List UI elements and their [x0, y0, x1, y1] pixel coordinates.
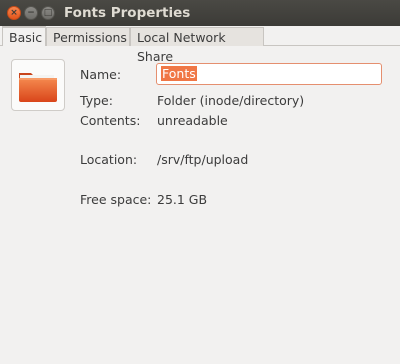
close-button[interactable]: × — [7, 6, 21, 20]
folder-icon — [19, 73, 57, 102]
title-bar[interactable]: × − □ Fonts Properties — [0, 0, 400, 26]
tab-local-network-share[interactable]: Local Network Share — [130, 27, 264, 64]
window-title: Fonts Properties — [64, 5, 191, 21]
minimize-button[interactable]: − — [24, 6, 38, 20]
maximize-icon: □ — [43, 8, 53, 18]
name-label: Name: — [80, 67, 122, 82]
type-label: Type: — [80, 93, 113, 108]
tab-basic[interactable]: Basic — [2, 26, 46, 46]
contents-value: unreadable — [157, 113, 228, 128]
contents-label: Contents: — [80, 113, 141, 128]
maximize-button[interactable]: □ — [41, 6, 55, 20]
name-field[interactable]: Fonts — [156, 63, 382, 85]
tab-permissions[interactable]: Permissions — [46, 27, 130, 46]
properties-window: × − □ Fonts Properties Basic Permissions… — [0, 0, 400, 364]
free-space-label: Free space: — [80, 192, 152, 207]
type-value: Folder (inode/directory) — [157, 93, 305, 108]
name-field-selected-text: Fonts — [161, 66, 197, 81]
minimize-icon: − — [27, 8, 35, 18]
close-icon: × — [10, 8, 18, 18]
folder-icon-button[interactable] — [11, 59, 65, 111]
free-space-value: 25.1 GB — [157, 192, 208, 207]
location-value: /srv/ftp/upload — [157, 152, 249, 167]
location-label: Location: — [80, 152, 138, 167]
